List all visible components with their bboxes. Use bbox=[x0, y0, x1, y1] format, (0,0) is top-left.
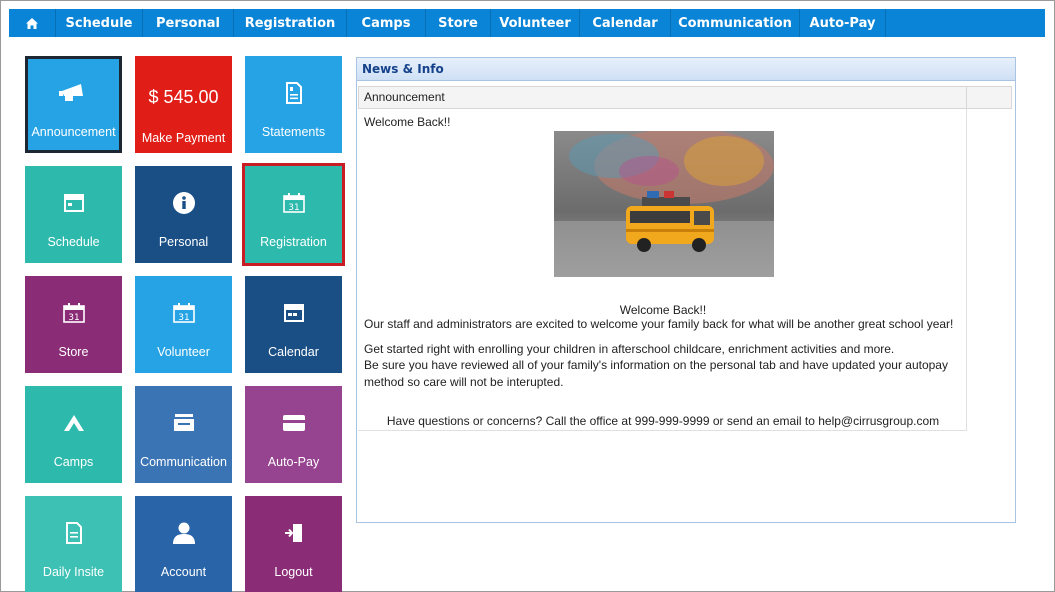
calendar-grid-icon bbox=[245, 300, 342, 326]
tile-volunteer[interactable]: 31 Volunteer bbox=[135, 276, 232, 373]
tile-label: Announcement bbox=[31, 125, 116, 139]
announcement-column-header[interactable]: Announcement bbox=[358, 86, 1012, 109]
tile-account[interactable]: Account bbox=[135, 496, 232, 592]
tile-registration[interactable]: 31 Registration bbox=[242, 163, 345, 266]
tile-daily-insite[interactable]: Daily Insite bbox=[25, 496, 122, 592]
document-icon bbox=[25, 520, 122, 546]
nav-autopay[interactable]: Auto-Pay bbox=[800, 9, 886, 37]
payment-amount: $ 545.00 bbox=[148, 87, 219, 107]
info-icon bbox=[135, 190, 232, 216]
announcement-text: Our staff and administrators are excited… bbox=[364, 317, 954, 331]
tile-label: Registration bbox=[260, 235, 327, 249]
calendar-icon: 31 bbox=[25, 300, 122, 326]
school-bus-photo bbox=[554, 131, 774, 277]
tile-label: Account bbox=[160, 565, 207, 579]
nav-registration[interactable]: Registration bbox=[234, 9, 347, 37]
tile-label: Auto-Pay bbox=[267, 455, 320, 469]
tile-label: Personal bbox=[158, 235, 209, 249]
nav-communication[interactable]: Communication bbox=[671, 9, 800, 37]
tile-label: Calendar bbox=[268, 345, 319, 359]
document-dollar-icon bbox=[245, 80, 342, 106]
tile-label: Store bbox=[58, 345, 89, 359]
tile-label: Camps bbox=[53, 455, 94, 469]
contact-text: Have questions or concerns? Call the off… bbox=[386, 414, 940, 428]
tile-schedule[interactable]: Schedule bbox=[25, 166, 122, 263]
nav-personal[interactable]: Personal bbox=[143, 9, 234, 37]
nav-volunteer[interactable]: Volunteer bbox=[491, 9, 580, 37]
svg-text:31: 31 bbox=[178, 313, 189, 323]
column-divider bbox=[966, 87, 967, 108]
tile-autopay[interactable]: Auto-Pay bbox=[245, 386, 342, 483]
nav-schedule[interactable]: Schedule bbox=[56, 9, 143, 37]
tile-logout[interactable]: Logout bbox=[245, 496, 342, 592]
news-panel-title: News & Info bbox=[357, 58, 1015, 81]
tile-store[interactable]: 31 Store bbox=[25, 276, 122, 373]
tile-personal[interactable]: Personal bbox=[135, 166, 232, 263]
welcome-subheading: Welcome Back!! bbox=[619, 303, 707, 317]
nav-store[interactable]: Store bbox=[426, 9, 491, 37]
tile-label: Daily Insite bbox=[42, 565, 105, 579]
tile-label: Schedule bbox=[47, 235, 100, 249]
welcome-heading: Welcome Back!! bbox=[364, 115, 451, 129]
tile-label: Volunteer bbox=[157, 345, 210, 359]
tile-label: Communication bbox=[140, 455, 227, 469]
tile-communication[interactable]: Communication bbox=[135, 386, 232, 483]
tent-icon bbox=[25, 410, 122, 436]
tile-label: Make Payment bbox=[141, 131, 226, 145]
logout-icon bbox=[245, 520, 342, 546]
announcement-text: Be sure you have reviewed all of your fa… bbox=[364, 358, 948, 372]
top-navigation: Schedule Personal Registration Camps Sto… bbox=[9, 9, 1045, 37]
calendar-icon: 31 bbox=[135, 300, 232, 326]
news-panel: News & Info Announcement Welcome Back!! bbox=[356, 57, 1016, 523]
megaphone-icon bbox=[25, 80, 122, 106]
tile-announcement[interactable]: Announcement bbox=[25, 56, 122, 153]
home-icon bbox=[26, 17, 38, 29]
announcement-text: method so care will not be interupted. bbox=[364, 375, 564, 389]
tile-make-payment[interactable]: $ 545.00 Make Payment bbox=[135, 56, 232, 153]
tile-calendar[interactable]: Calendar bbox=[245, 276, 342, 373]
tile-camps[interactable]: Camps bbox=[25, 386, 122, 483]
home-button[interactable] bbox=[9, 9, 56, 37]
announcement-text: Get started right with enrolling your ch… bbox=[364, 342, 895, 356]
user-icon bbox=[135, 520, 232, 546]
tile-statements[interactable]: Statements bbox=[245, 56, 342, 153]
svg-text:31: 31 bbox=[68, 313, 79, 323]
tile-label: Statements bbox=[261, 125, 326, 139]
calendar-icon: 31 bbox=[245, 190, 342, 216]
calendar-grid-icon bbox=[25, 190, 122, 216]
tile-label: Logout bbox=[274, 565, 313, 579]
inbox-icon bbox=[135, 410, 232, 436]
column-header-label: Announcement bbox=[364, 90, 445, 104]
nav-camps[interactable]: Camps bbox=[347, 9, 426, 37]
svg-text:31: 31 bbox=[288, 203, 299, 213]
announcement-content: Welcome Back!! Welcome Back!! Our staff … bbox=[358, 109, 967, 431]
nav-calendar[interactable]: Calendar bbox=[580, 9, 671, 37]
credit-card-icon bbox=[245, 410, 342, 436]
